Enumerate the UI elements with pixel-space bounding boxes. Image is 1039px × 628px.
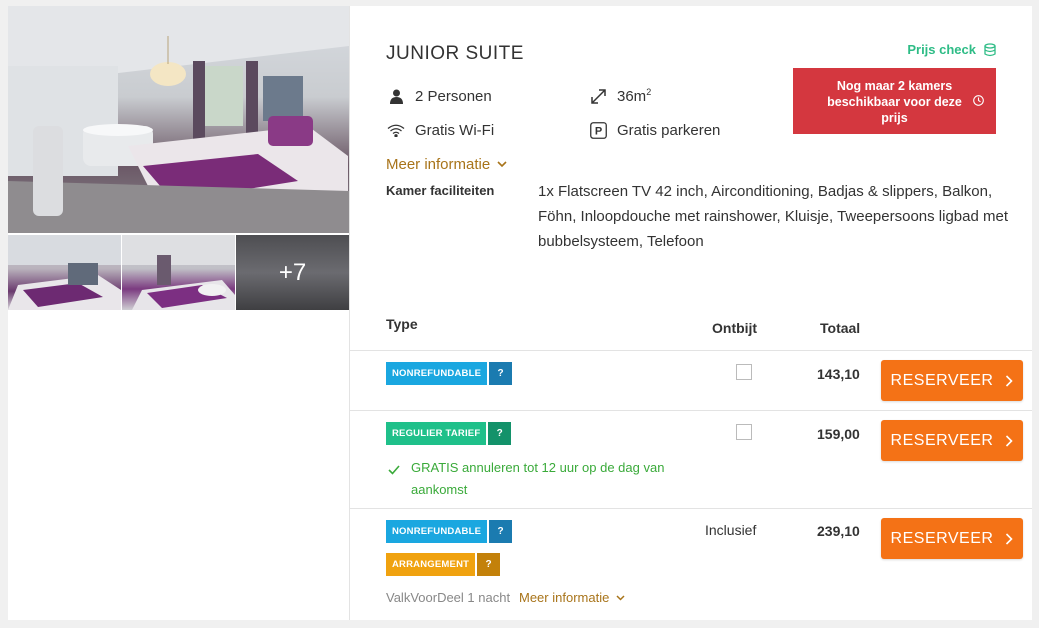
svg-text:P: P bbox=[594, 126, 601, 138]
wifi-label: Gratis Wi-Fi bbox=[415, 122, 495, 139]
checkmark-icon bbox=[388, 460, 400, 482]
room-card: +7 JUNIOR SUITE 2 Personen 36m2 Gratis W… bbox=[8, 6, 1032, 620]
gallery-more-photos[interactable]: +7 bbox=[236, 235, 349, 310]
chevron-down-icon bbox=[616, 594, 625, 601]
reserve-label: RESERVEER bbox=[890, 371, 994, 389]
reserve-button[interactable]: RESERVEER bbox=[881, 420, 1023, 461]
more-info-label: Meer informatie bbox=[386, 156, 491, 173]
tag-label: NONREFUNDABLE bbox=[386, 362, 488, 385]
room-title: JUNIOR SUITE bbox=[386, 43, 524, 64]
feature-wifi: Gratis Wi-Fi bbox=[386, 122, 494, 139]
more-info-link[interactable]: Meer informatie bbox=[386, 156, 507, 173]
parking-label: Gratis parkeren bbox=[617, 122, 721, 139]
availability-alert: Nog maar 2 kamers beschikbaar voor deze … bbox=[793, 68, 996, 134]
breakfast-checkbox[interactable] bbox=[736, 364, 752, 380]
column-header-type: Type bbox=[386, 316, 418, 332]
package-name: ValkVoorDeel 1 nacht bbox=[386, 590, 511, 605]
tag-label: ARRANGEMENT bbox=[386, 553, 476, 576]
tag-label: NONREFUNDABLE bbox=[386, 520, 488, 543]
divider bbox=[349, 6, 350, 620]
reserve-label: RESERVEER bbox=[890, 529, 994, 547]
feature-size: 36m2 bbox=[588, 87, 651, 105]
column-header-breakfast: Ontbijt bbox=[712, 320, 758, 336]
reserve-button[interactable]: RESERVEER bbox=[881, 360, 1023, 401]
rate-tag-arrangement: ARRANGEMENT ? bbox=[386, 553, 501, 576]
tag-help-button[interactable]: ? bbox=[477, 553, 501, 576]
coins-icon bbox=[984, 42, 996, 57]
room-photo-illustration bbox=[8, 6, 349, 233]
photo-gallery: +7 bbox=[8, 6, 349, 310]
rate-tag-nonrefundable: NONREFUNDABLE ? bbox=[386, 362, 513, 385]
feature-persons: 2 Personen bbox=[386, 88, 492, 105]
thumb-illustration bbox=[122, 235, 235, 310]
breakfast-checkbox[interactable] bbox=[736, 424, 752, 440]
rate-price: 239,10 bbox=[817, 523, 860, 539]
price-check-link[interactable]: Prijs check bbox=[907, 42, 996, 57]
gallery-thumbnail[interactable] bbox=[122, 235, 235, 310]
gallery-thumbnail[interactable] bbox=[8, 235, 121, 310]
chevron-right-icon bbox=[1005, 374, 1014, 387]
availability-text: Nog maar 2 kamers beschikbaar voor deze … bbox=[827, 79, 962, 125]
rate-price: 159,00 bbox=[817, 426, 860, 442]
rate-tag-regulier: REGULIER TARIEF ? bbox=[386, 422, 512, 445]
chevron-right-icon bbox=[1005, 532, 1014, 545]
expand-icon bbox=[588, 88, 608, 105]
clock-icon bbox=[973, 94, 984, 110]
tag-help-button[interactable]: ? bbox=[489, 520, 513, 543]
size-label: 36m2 bbox=[617, 87, 652, 105]
chevron-right-icon bbox=[1005, 434, 1014, 447]
package-more-info-link[interactable]: Meer informatie bbox=[519, 590, 625, 605]
column-header-total: Totaal bbox=[820, 320, 861, 336]
wifi-icon bbox=[386, 124, 406, 137]
reserve-label: RESERVEER bbox=[890, 431, 994, 449]
facilities-text: 1x Flatscreen TV 42 inch, Airconditionin… bbox=[538, 183, 1009, 250]
main-room-photo[interactable] bbox=[8, 6, 349, 233]
tag-help-button[interactable]: ? bbox=[489, 362, 513, 385]
free-cancellation-text: GRATIS annuleren tot 12 uur op de dag va… bbox=[411, 460, 665, 497]
row-divider bbox=[350, 410, 1032, 411]
free-cancellation-note: GRATIS annuleren tot 12 uur op de dag va… bbox=[388, 457, 678, 501]
feature-parking: P Gratis parkeren bbox=[588, 122, 720, 139]
more-photos-count: +7 bbox=[278, 258, 307, 286]
tag-label: REGULIER TARIEF bbox=[386, 422, 487, 445]
row-divider bbox=[350, 508, 1032, 509]
facilities-label: Kamer faciliteiten bbox=[386, 183, 495, 198]
price-check-label: Prijs check bbox=[907, 42, 976, 57]
tag-help-button[interactable]: ? bbox=[488, 422, 512, 445]
rate-tag-nonrefundable: NONREFUNDABLE ? bbox=[386, 520, 513, 543]
thumb-illustration bbox=[8, 235, 121, 310]
rate-price: 143,10 bbox=[817, 366, 860, 382]
package-more-info-label: Meer informatie bbox=[519, 590, 610, 605]
persons-label: 2 Personen bbox=[415, 88, 492, 105]
reserve-button[interactable]: RESERVEER bbox=[881, 518, 1023, 559]
chevron-down-icon bbox=[497, 161, 507, 168]
parking-icon: P bbox=[588, 122, 608, 139]
row-divider bbox=[350, 350, 1032, 351]
breakfast-included: Inclusief bbox=[705, 522, 757, 538]
person-icon bbox=[386, 89, 406, 104]
